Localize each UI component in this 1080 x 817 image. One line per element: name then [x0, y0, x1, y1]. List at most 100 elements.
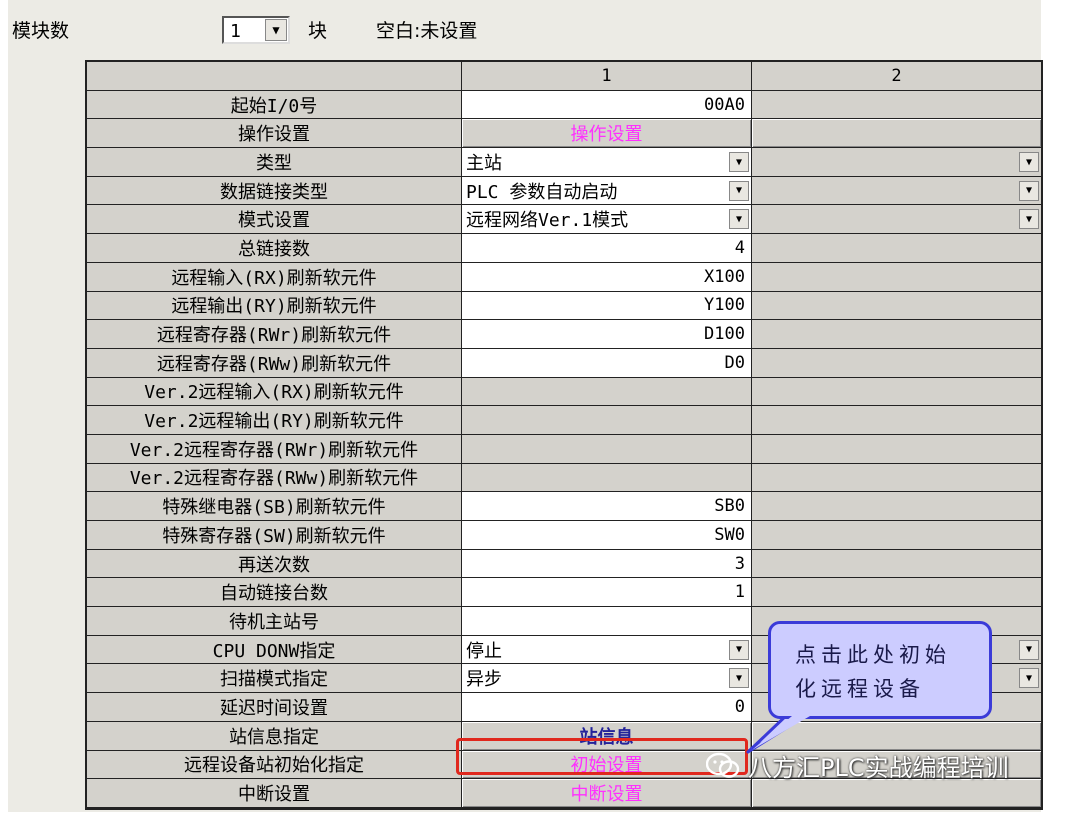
- module2-type-select[interactable]: ▼: [752, 148, 1041, 177]
- module2-mode-select[interactable]: ▼: [752, 205, 1041, 235]
- row-label: CPU DONW指定: [87, 635, 462, 665]
- module2-cell: [752, 434, 1041, 464]
- callout-bubble: 点击此处初始化远程设备: [768, 621, 992, 719]
- module2-cell: [752, 463, 1041, 493]
- row-label: Ver.2远程寄存器(RWw)刷新软元件: [87, 463, 462, 493]
- module-count-value: 1: [230, 21, 241, 42]
- row-label: 待机主站号: [87, 607, 462, 636]
- module2-cell: [752, 90, 1041, 120]
- retry-count-input[interactable]: 3: [462, 549, 752, 579]
- ver2-rww-cell: [462, 463, 752, 493]
- table-row: 操作设置 操作设置: [87, 119, 1041, 149]
- ry-refresh-input[interactable]: Y100: [462, 291, 752, 321]
- mode-value: 远程网络Ver.1模式: [466, 210, 629, 232]
- row-label: 类型: [87, 148, 462, 177]
- rww-refresh-input[interactable]: D0: [462, 348, 752, 378]
- chevron-down-icon[interactable]: ▼: [1019, 152, 1039, 173]
- module2-station-info-button[interactable]: [752, 721, 1041, 751]
- module2-cell: [752, 291, 1041, 321]
- table-row: 远程寄存器(RWw)刷新软元件 D0: [87, 348, 1041, 378]
- table-row: 远程寄存器(RWr)刷新软元件 D100: [87, 320, 1041, 349]
- header-module-1[interactable]: 1: [462, 62, 752, 91]
- table-row: 自动链接台数 1: [87, 578, 1041, 608]
- watermark-text: 八方汇PLC实战编程培训: [748, 754, 1009, 782]
- row-label: 自动链接台数: [87, 578, 462, 608]
- sw-refresh-input[interactable]: SW0: [462, 521, 752, 550]
- data-link-type-select[interactable]: PLC 参数自动启动 ▼: [462, 176, 752, 206]
- table-row: Ver.2远程寄存器(RWr)刷新软元件: [87, 434, 1041, 464]
- module2-cell: [752, 578, 1041, 608]
- row-label: 远程寄存器(RWw)刷新软元件: [87, 348, 462, 378]
- module2-cell: [752, 348, 1041, 378]
- grid-header-row: 1 2: [87, 62, 1041, 91]
- auto-link-count-input[interactable]: 1: [462, 578, 752, 608]
- chevron-down-icon[interactable]: ▼: [1019, 668, 1039, 689]
- ver2-ry-cell: [462, 406, 752, 435]
- module2-cell: [752, 549, 1041, 579]
- chevron-down-icon[interactable]: ▼: [1019, 180, 1039, 201]
- row-label: 中断设置: [87, 779, 462, 808]
- row-label: 远程输入(RX)刷新软元件: [87, 262, 462, 292]
- cpu-down-value: 停止: [466, 640, 502, 662]
- table-row: 远程输出(RY)刷新软元件 Y100: [87, 291, 1041, 321]
- row-label: Ver.2远程寄存器(RWr)刷新软元件: [87, 434, 462, 464]
- watermark: 八方汇PLC实战编程培训: [706, 748, 1009, 783]
- chevron-down-icon[interactable]: ▼: [729, 180, 749, 201]
- rwr-refresh-input[interactable]: D100: [462, 320, 752, 349]
- module2-cell: [752, 492, 1041, 521]
- wechat-icon: [706, 752, 740, 778]
- row-label: 延迟时间设置: [87, 693, 462, 722]
- table-row: Ver.2远程输出(RY)刷新软元件: [87, 406, 1041, 435]
- cpu-down-select[interactable]: 停止 ▼: [462, 635, 752, 665]
- chevron-down-icon[interactable]: ▼: [729, 668, 749, 689]
- row-label: 再送次数: [87, 549, 462, 579]
- ver2-rx-cell: [462, 377, 752, 407]
- chevron-down-icon[interactable]: ▼: [729, 639, 749, 660]
- table-row: 特殊继电器(SB)刷新软元件 SB0: [87, 492, 1041, 521]
- module-count-select[interactable]: 1 ▼: [222, 16, 290, 44]
- row-label: 数据链接类型: [87, 176, 462, 206]
- row-label: 起始I/0号: [87, 90, 462, 120]
- table-row: 中断设置 中断设置: [87, 779, 1041, 808]
- module2-data-link-select[interactable]: ▼: [752, 176, 1041, 206]
- table-row: Ver.2远程寄存器(RWw)刷新软元件: [87, 463, 1041, 493]
- row-label: 远程寄存器(RWr)刷新软元件: [87, 320, 462, 349]
- ver2-rwr-cell: [462, 434, 752, 464]
- initial-settings-highlight: [456, 738, 748, 775]
- module2-cell: [752, 377, 1041, 407]
- interrupt-settings-button[interactable]: 中断设置: [462, 779, 752, 808]
- table-row: 再送次数 3: [87, 549, 1041, 579]
- row-label: 操作设置: [87, 119, 462, 149]
- standby-master-input[interactable]: [462, 607, 752, 636]
- module2-operation-button[interactable]: [752, 119, 1041, 149]
- row-label: 模式设置: [87, 205, 462, 235]
- chevron-down-icon[interactable]: ▼: [1019, 639, 1039, 660]
- operation-settings-button[interactable]: 操作设置: [462, 119, 752, 149]
- table-row: Ver.2远程输入(RX)刷新软元件: [87, 377, 1041, 407]
- row-label: 特殊寄存器(SW)刷新软元件: [87, 521, 462, 550]
- chevron-down-icon[interactable]: ▼: [265, 19, 287, 41]
- delay-time-input[interactable]: 0: [462, 693, 752, 722]
- start-io-input[interactable]: 00A0: [462, 90, 752, 120]
- callout-text: 点击此处初始化远程设备: [795, 643, 951, 701]
- type-select[interactable]: 主站 ▼: [462, 148, 752, 177]
- row-label: 远程设备站初始化指定: [87, 750, 462, 780]
- row-label: 总链接数: [87, 234, 462, 263]
- data-link-type-value: PLC 参数自动启动: [466, 181, 618, 203]
- sb-refresh-input[interactable]: SB0: [462, 492, 752, 521]
- rx-refresh-input[interactable]: X100: [462, 262, 752, 292]
- scan-mode-value: 异步: [466, 669, 502, 691]
- chevron-down-icon[interactable]: ▼: [729, 209, 749, 230]
- module2-cell: [752, 521, 1041, 550]
- unit-label: 块: [308, 20, 328, 42]
- row-label: Ver.2远程输出(RY)刷新软元件: [87, 406, 462, 435]
- total-links-input[interactable]: 4: [462, 234, 752, 263]
- header-module-2[interactable]: 2: [752, 62, 1041, 91]
- table-row: 类型 主站 ▼ ▼: [87, 148, 1041, 177]
- chevron-down-icon[interactable]: ▼: [1019, 209, 1039, 230]
- blank-status: 空白:未设置: [376, 20, 478, 42]
- module2-interrupt-settings-button[interactable]: [752, 779, 1041, 808]
- chevron-down-icon[interactable]: ▼: [729, 152, 749, 173]
- mode-select[interactable]: 远程网络Ver.1模式 ▼: [462, 205, 752, 235]
- scan-mode-select[interactable]: 异步 ▼: [462, 664, 752, 694]
